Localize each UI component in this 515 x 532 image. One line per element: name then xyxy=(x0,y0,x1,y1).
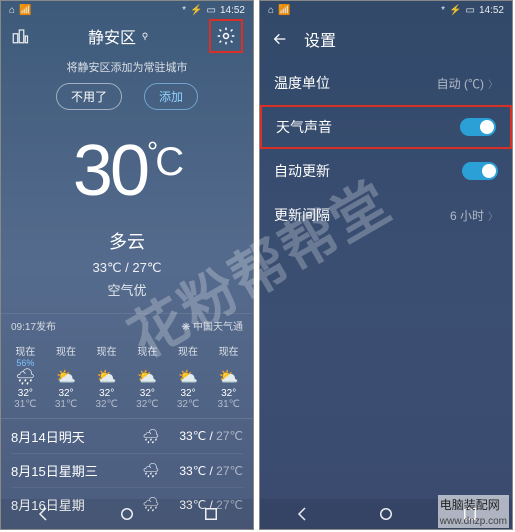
day-row[interactable]: 8月15日星期三🌧33℃ / 27℃ xyxy=(11,453,243,487)
setting-weather-sound-highlight[interactable]: 天气声音 xyxy=(260,105,512,149)
setting-label: 天气声音 xyxy=(276,117,332,137)
toggle-on[interactable] xyxy=(460,118,496,136)
aqi: 空气优 xyxy=(1,280,253,299)
nav-bar xyxy=(1,499,253,529)
setting-temperature-unit[interactable]: 温度单位 自动 (℃)〉 xyxy=(260,61,512,105)
city-list-icon[interactable] xyxy=(11,27,29,45)
hour-item: 现在⛅32°32℃ xyxy=(86,343,127,410)
day-row[interactable]: 8月14日明天🌧33℃ / 27℃ xyxy=(11,419,243,453)
setting-auto-update[interactable]: 自动更新 xyxy=(260,149,512,193)
hourly-forecast[interactable]: 现在56%🌧32°31℃现在⛅32°31℃现在⛅32°32℃现在⛅32°32℃现… xyxy=(1,337,253,419)
weather-screen: ⌂📶 *⚡▭14:52 静安区 将静安区添加为常驻城市 不用了 添加 30 ° … xyxy=(0,0,254,530)
meta-row: 09:17发布 ❋ 中国天气通 xyxy=(1,313,253,337)
top-bar: 静安区 xyxy=(1,19,253,53)
location-pin-icon xyxy=(140,30,150,42)
settings-title: 设置 xyxy=(304,27,336,51)
high-low: 33℃ / 27℃ xyxy=(1,260,253,276)
setting-update-interval[interactable]: 更新间隔 6 小时〉 xyxy=(260,193,512,237)
chevron-right-icon: 〉 xyxy=(488,76,498,91)
settings-button-highlight xyxy=(209,19,243,53)
hour-item: 现在⛅32°31℃ xyxy=(208,343,249,410)
hour-item: 现在⛅32°32℃ xyxy=(127,343,168,410)
status-bar: ⌂📶 *⚡▭14:52 xyxy=(260,1,512,19)
setting-label: 温度单位 xyxy=(274,73,330,93)
temperature-block: 30 ° C 多云 33℃ / 27℃ 空气优 xyxy=(1,130,253,299)
back-arrow-icon[interactable] xyxy=(272,31,288,47)
nav-home-icon[interactable] xyxy=(377,505,395,523)
add-button[interactable]: 添加 xyxy=(144,83,198,110)
hour-item: 现在⛅32°31℃ xyxy=(46,343,87,410)
nav-home-icon[interactable] xyxy=(118,505,136,523)
add-city-hint: 将静安区添加为常驻城市 xyxy=(1,59,253,75)
dismiss-button[interactable]: 不用了 xyxy=(56,83,122,110)
settings-topbar: 设置 xyxy=(260,19,512,59)
location-title[interactable]: 静安区 xyxy=(88,24,150,48)
published-time: 09:17发布 xyxy=(11,318,56,333)
footer-mark: 电脑装配网www.dnzp.com xyxy=(438,495,509,528)
toggle-on[interactable] xyxy=(462,162,498,180)
add-city-buttons: 不用了 添加 xyxy=(1,83,253,110)
hour-item: 现在⛅32°32℃ xyxy=(168,343,209,410)
temperature-value: 30 xyxy=(73,130,147,212)
condition-text: 多云 xyxy=(1,228,253,254)
hour-item: 现在56%🌧32°31℃ xyxy=(5,343,46,410)
data-source: ❋ 中国天气通 xyxy=(182,318,243,333)
gear-icon[interactable] xyxy=(216,26,236,46)
nav-back-icon[interactable] xyxy=(34,505,52,523)
status-bar: ⌂📶 *⚡▭14:52 xyxy=(1,1,253,19)
settings-screen: ⌂📶 *⚡▭14:52 设置 温度单位 自动 (℃)〉 天气声音 自动更新 更新… xyxy=(259,0,513,530)
nav-back-icon[interactable] xyxy=(293,505,311,523)
nav-recent-icon[interactable] xyxy=(202,505,220,523)
chevron-right-icon: 〉 xyxy=(488,208,498,223)
setting-label: 自动更新 xyxy=(274,161,330,181)
setting-label: 更新间隔 xyxy=(274,205,330,225)
